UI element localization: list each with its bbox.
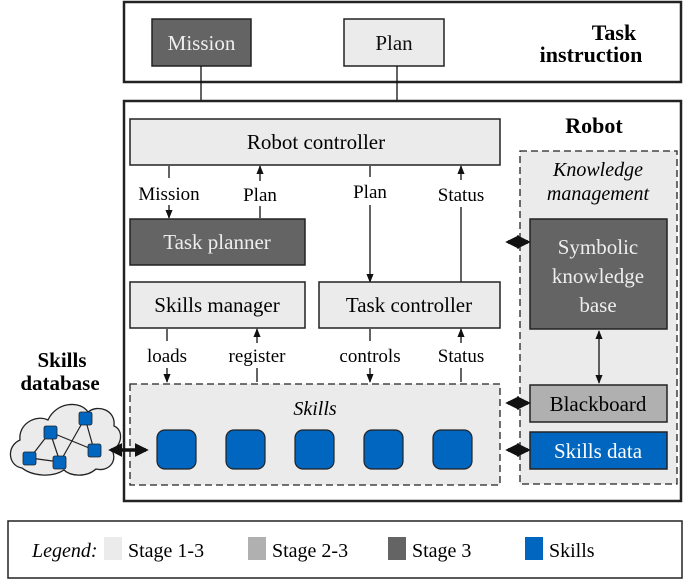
legend-swatch [248, 537, 266, 560]
plan-down-edge-label: Plan [353, 182, 387, 203]
legend-swatch [388, 537, 406, 560]
skill-block[interactable] [363, 429, 404, 470]
skill-block[interactable] [225, 429, 266, 470]
plan-up-edge-label: Plan [243, 185, 277, 206]
skills-manager-label: Skills manager [154, 293, 279, 317]
legend-item-label: Skills [549, 540, 595, 562]
robot-controller-label: Robot controller [247, 130, 385, 154]
register-edge-label: register [229, 346, 287, 367]
legend-item-label: Stage 1-3 [128, 540, 204, 562]
controls-edge-label: controls [339, 346, 400, 367]
status-skills-edge-label: Status [438, 346, 484, 367]
skills-database[interactable]: Skills database [9, 348, 122, 476]
legend-item-label: Stage 2-3 [272, 540, 348, 562]
skills-database-title-2: database [20, 371, 99, 395]
mission-node-label: Mission [168, 31, 236, 55]
skill-block[interactable] [156, 429, 197, 470]
task-instruction-title-2: instruction [540, 42, 643, 67]
legend-label: Legend: [31, 540, 98, 562]
plan-node-label: Plan [375, 31, 413, 55]
task-instruction-panel: Mission Plan Task instruction [122, 0, 683, 84]
skills-data-label: Skills data [554, 439, 643, 463]
symbolic-kb-label-3: base [579, 293, 616, 317]
blackboard-label: Blackboard [550, 392, 647, 416]
robot-title: Robot [565, 113, 623, 138]
legend: Legend: Stage 1-3 Stage 2-3 Stage 3 Skills [7, 520, 683, 579]
status-up-edge-label: Status [438, 185, 484, 206]
knowledge-title-2: management [547, 183, 650, 205]
skills-database-title-1: Skills [37, 348, 86, 372]
symbolic-kb-label-2: knowledge [552, 264, 644, 288]
loads-edge-label: loads [147, 346, 187, 367]
legend-item-label: Stage 3 [412, 540, 471, 562]
skill-block[interactable] [432, 429, 473, 470]
task-controller-label: Task controller [346, 293, 472, 317]
mission-edge-label: Mission [138, 184, 200, 205]
knowledge-management-group: Knowledge management Symbolic knowledge … [519, 150, 678, 485]
symbolic-kb-label-1: Symbolic [558, 235, 639, 259]
skill-block[interactable] [294, 429, 335, 470]
legend-swatch [525, 537, 543, 560]
architecture-diagram: Mission Plan Task instruction Robot Robo… [7, 0, 683, 579]
skills-group: Skills [129, 383, 501, 486]
skills-group-title: Skills [293, 398, 337, 420]
legend-swatch [104, 537, 122, 560]
task-planner-label: Task planner [163, 230, 271, 254]
knowledge-title-1: Knowledge [552, 159, 643, 181]
